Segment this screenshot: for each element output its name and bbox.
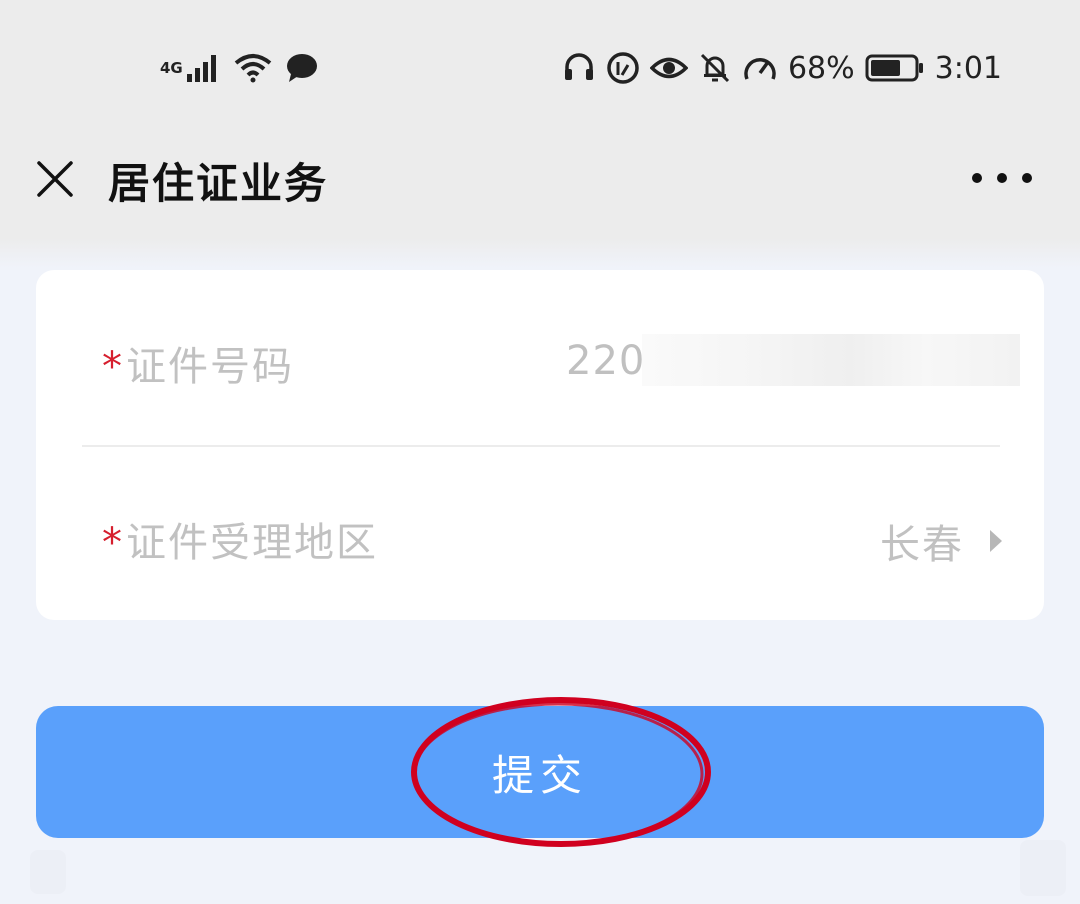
form-card: *证件号码 220 *证件受理地区 长春	[36, 270, 1044, 620]
id-number-label: *证件号码	[102, 334, 294, 392]
submit-label: 提交	[491, 750, 588, 800]
required-mark: *	[102, 344, 124, 390]
chevron-right-icon[interactable]	[990, 530, 1002, 552]
region-label-text: 证件受理地区	[126, 520, 378, 566]
signal-icon: 4G	[160, 52, 221, 84]
nav-shadow	[0, 238, 1080, 268]
bell-off-icon	[698, 51, 732, 85]
battery-icon	[865, 53, 925, 83]
submit-button[interactable]: 提交	[36, 706, 1044, 838]
page-title: 居住证业务	[108, 159, 329, 208]
more-icon-dot	[997, 173, 1007, 183]
close-icon	[37, 161, 73, 197]
battery-percent: 68%	[787, 50, 855, 86]
required-mark: *	[102, 520, 124, 566]
wifi-icon	[233, 52, 273, 84]
status-bar-right: 68% 3:01	[562, 44, 1002, 92]
eye-icon	[649, 53, 688, 83]
close-button[interactable]	[32, 156, 78, 202]
region-row[interactable]: *证件受理地区 长春	[36, 446, 1044, 621]
data-saver-icon	[606, 51, 640, 85]
more-icon-dot	[972, 173, 982, 183]
region-value[interactable]: 长春	[880, 512, 964, 570]
network-type: 4G	[160, 59, 183, 77]
speed-icon	[742, 51, 778, 85]
id-number-label-text: 证件号码	[126, 344, 294, 390]
region-label: *证件受理地区	[102, 510, 378, 568]
more-icon-dot	[1022, 173, 1032, 183]
headset-icon	[562, 51, 596, 85]
status-bar: 4G 68% 3:01	[0, 0, 1080, 120]
nav-bar: 居住证业务	[0, 120, 1080, 238]
bottom-shadow-right	[1020, 840, 1066, 896]
bottom-shadow-left	[30, 850, 66, 894]
screen: 4G 68% 3:01 居住证业务 *证件号码 220 *证件受理地区 长春 提…	[0, 0, 1080, 904]
id-number-value[interactable]: 220	[566, 338, 645, 384]
message-icon	[285, 52, 319, 84]
clock: 3:01	[934, 50, 1002, 86]
redaction-mask	[642, 334, 1020, 386]
status-bar-left: 4G	[160, 44, 319, 92]
more-button[interactable]	[972, 160, 1032, 196]
id-number-row[interactable]: *证件号码 220	[36, 270, 1044, 445]
